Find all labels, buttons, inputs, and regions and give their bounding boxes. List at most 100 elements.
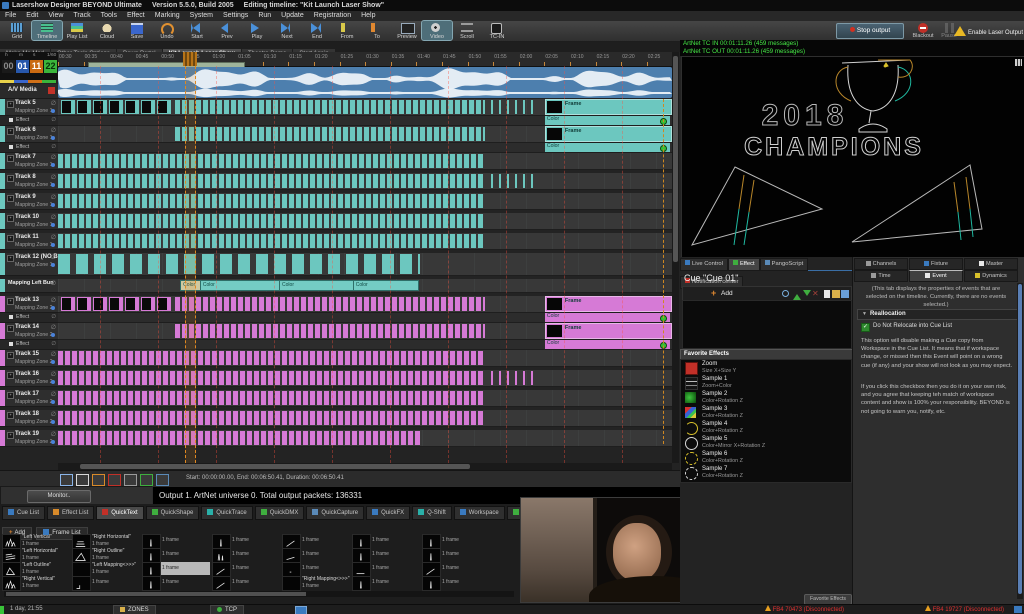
copy-icon[interactable] (841, 290, 849, 298)
toolbar-button-tcin[interactable]: TC-IN (482, 21, 512, 40)
menu-item-tools[interactable]: Tools (96, 11, 122, 21)
track-disable-icon[interactable]: ∅ (51, 431, 56, 438)
track-disable-icon[interactable]: ∅ (51, 254, 56, 261)
track-lane-track-11[interactable] (58, 233, 672, 250)
cue-cell[interactable]: 1 frame (142, 534, 210, 547)
favorite-effect-item[interactable]: Sample 6Color+Rotation Z (681, 450, 849, 465)
cue-cell[interactable]: 1 frame (422, 562, 490, 575)
track-lane-track-15[interactable] (58, 350, 672, 367)
counter-icon[interactable] (124, 474, 137, 486)
mapping-clip[interactable]: Color (200, 280, 281, 291)
frame-thumbnail-clip[interactable] (61, 100, 75, 114)
timeline-vertical-scrollbar[interactable] (672, 52, 679, 463)
toolbar-button-next[interactable]: Next (272, 21, 302, 40)
track-header-track-9[interactable]: +Track 9∅Mapping Zone 1 (0, 193, 58, 210)
clip-bars[interactable] (491, 174, 537, 188)
effect-lane[interactable]: Color (58, 143, 672, 153)
properties-scroll-thumb[interactable] (1018, 284, 1022, 594)
favorite-effect-item[interactable]: Sample 5Color+Mirror X+Rotation Z (681, 435, 849, 450)
cue-cell[interactable]: "Left Mapping<>>>"1 frame (72, 562, 140, 575)
effect-header[interactable]: Effect∅ (0, 143, 58, 153)
grid-scroll-thumb[interactable] (6, 592, 306, 596)
image-icon[interactable] (140, 474, 153, 486)
record-icon[interactable] (108, 474, 121, 486)
properties-tab-time[interactable]: Time (854, 270, 908, 282)
search-icon[interactable] (782, 290, 789, 297)
cue-cell[interactable]: "Left Outline"1 frame (2, 562, 70, 575)
track-header-track-8[interactable]: +Track 8∅Mapping Zone 1 (0, 173, 58, 190)
playhead[interactable] (185, 66, 196, 463)
properties-scrollbar[interactable] (1017, 283, 1023, 599)
track-disable-icon[interactable]: ∅ (51, 100, 56, 107)
cue-cell[interactable]: 1 frame (212, 548, 280, 561)
expand-track-icon[interactable]: + (7, 432, 14, 439)
display-icon[interactable] (295, 606, 307, 614)
cue-cell[interactable]: 1 frame (212, 576, 280, 589)
track-disable-icon[interactable]: ∅ (51, 214, 56, 221)
move-down-icon[interactable] (803, 290, 811, 300)
effect-tab-pangoscript[interactable]: PangoScript (760, 258, 809, 271)
cue-cell[interactable]: 1 frame (142, 548, 210, 561)
cue-cell[interactable]: 1 frame (422, 534, 490, 547)
frame-thumbnail-clip[interactable] (77, 100, 91, 114)
track-lane-track-5[interactable]: Frame (58, 99, 672, 116)
track-header-track-10[interactable]: +Track 10∅Mapping Zone 1 (0, 213, 58, 230)
effect-lane[interactable]: Color (58, 340, 672, 350)
expand-track-icon[interactable]: + (7, 372, 14, 379)
toolbar-button-timeline[interactable]: Timeline (32, 21, 62, 40)
cue-cell[interactable]: 1 frame (72, 576, 140, 589)
track-header-track-19[interactable]: +Track 19∅Mapping Zone 2 (0, 430, 58, 447)
track-disable-icon[interactable]: ∅ (51, 154, 56, 161)
preview-grid-icon[interactable] (1015, 59, 1022, 66)
new-document-icon[interactable] (824, 290, 830, 298)
cue-cell[interactable]: "Right Horizontal"1 frame (72, 534, 140, 547)
cue-cell[interactable]: 1 frame (282, 534, 350, 547)
frame-thumbnail-clip[interactable] (109, 297, 123, 311)
v-scroll-thumb[interactable] (673, 56, 678, 262)
toolbar-button-playlist[interactable]: Play List (62, 21, 92, 40)
track-lane-track-17[interactable] (58, 390, 672, 407)
frame-thumbnail-clip[interactable] (141, 297, 155, 311)
track-disable-icon[interactable]: ∅ (51, 371, 56, 378)
track-header-track-6[interactable]: +Track 6∅Mapping Zone 1 (0, 126, 58, 143)
toolbar-button-undo[interactable]: Undo (152, 21, 182, 40)
track-lane-track-6[interactable]: Frame (58, 126, 672, 143)
reallocation-section-header[interactable]: ▼Reallocation (857, 309, 1019, 320)
effect-list-empty[interactable] (682, 300, 852, 349)
expand-track-icon[interactable]: + (7, 215, 14, 222)
track-header-track-13[interactable]: +Track 13∅Mapping Zone 2 (0, 296, 58, 313)
cue-cell[interactable]: 1 frame (212, 562, 280, 575)
cue-cell[interactable]: 1 frame (352, 548, 420, 561)
bottom-tab-quickshape[interactable]: QuickShape (146, 506, 200, 520)
track-disable-icon[interactable]: ∅ (51, 234, 56, 241)
toolbar-button-start[interactable]: Start (182, 21, 212, 40)
h-scroll-thumb[interactable] (80, 464, 470, 469)
frame-thumbnail-clip[interactable] (125, 100, 139, 114)
clip-bars[interactable] (175, 127, 485, 141)
track-disable-icon[interactable]: ∅ (51, 324, 56, 331)
track-lane-track-10[interactable] (58, 213, 672, 230)
expand-track-icon[interactable]: + (7, 255, 14, 262)
favorite-effect-item[interactable]: Sample 3Color+Rotation Z (681, 405, 849, 420)
magnet-icon[interactable] (92, 474, 105, 486)
clip-bars[interactable] (175, 324, 485, 338)
toolbar-button-cloud[interactable]: Cloud (92, 21, 122, 40)
track-header-mapping-left-bun[interactable]: Mapping Left Bun∅ (0, 279, 58, 293)
clip-bars[interactable] (491, 100, 537, 114)
toolbar-button-save[interactable]: Save (122, 21, 152, 40)
cue-cell[interactable]: 1 frame (352, 534, 420, 547)
cue-cell[interactable]: 1 frame (422, 548, 490, 561)
toolbar-button-end[interactable]: End (302, 21, 332, 40)
menu-item-marking[interactable]: Marking (150, 11, 185, 21)
favorite-effect-item[interactable]: Sample 4Color+Rotation Z (681, 420, 849, 435)
cursor-icon[interactable] (76, 474, 89, 486)
bottom-tab-quicktext[interactable]: QuickText (96, 506, 143, 520)
cue-cell[interactable]: 1 frame (352, 576, 420, 589)
playhead-ruler-block[interactable] (183, 52, 197, 66)
frame-thumbnail-clip[interactable] (61, 297, 75, 311)
bottom-tab-quickfx[interactable]: QuickFX (366, 506, 410, 520)
toolbar-button-from[interactable]: From (332, 21, 362, 40)
track-disable-icon[interactable]: ∅ (51, 411, 56, 418)
favorite-effect-item[interactable]: Sample 1Zoom+Color (681, 375, 849, 390)
track-disable-icon[interactable]: ∅ (51, 194, 56, 201)
